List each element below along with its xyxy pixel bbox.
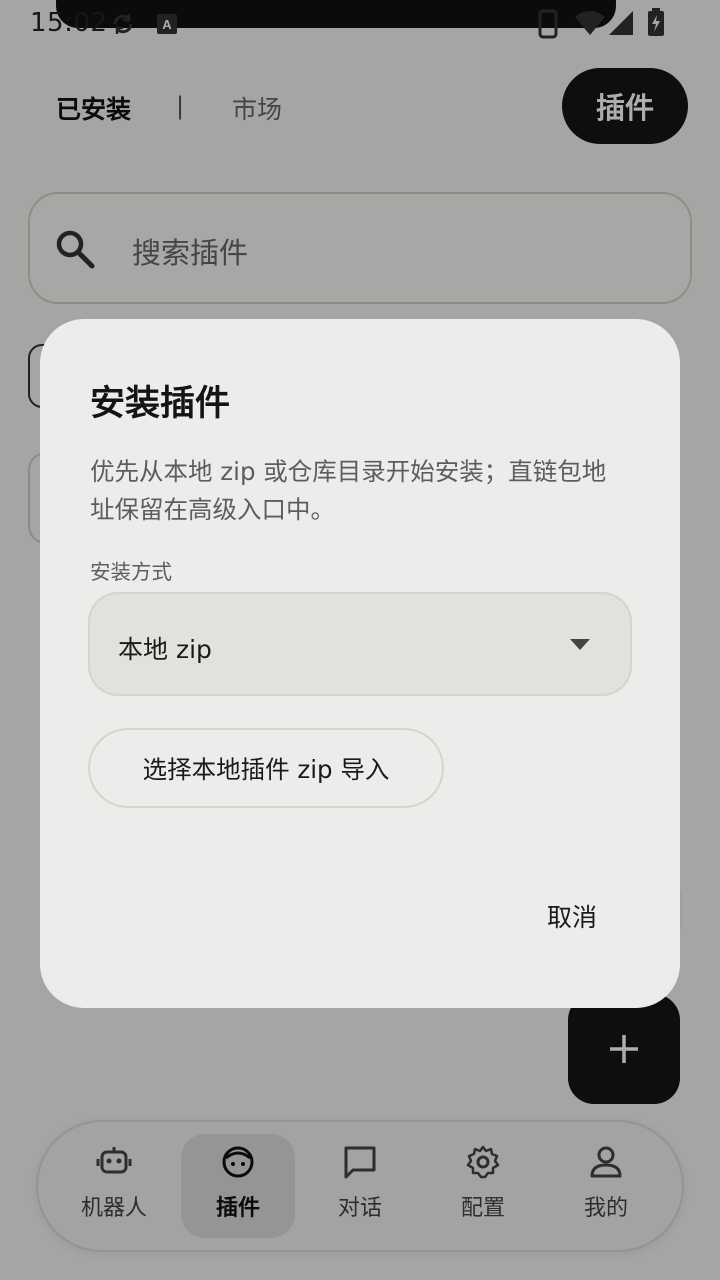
chevron-down-icon: [570, 639, 590, 650]
install-method-label: 安装方式: [90, 560, 172, 584]
install-plugin-dialog: 安装插件 优先从本地 zip 或仓库目录开始安装；直链包地址保留在高级入口中。 …: [40, 319, 680, 1008]
plugins-screen: 15:02 A 已安装 | 市场 插件 搜索插件 机器人 插件 对话 配置 我的…: [0, 0, 720, 1280]
cancel-button[interactable]: 取消: [530, 897, 614, 935]
dialog-description: 优先从本地 zip 或仓库目录开始安装；直链包地址保留在高级入口中。: [90, 457, 607, 524]
import-zip-button[interactable]: 选择本地插件 zip 导入: [88, 728, 444, 808]
dialog-title: 安装插件: [90, 384, 231, 424]
install-method-select[interactable]: 本地 zip: [88, 592, 632, 696]
install-method-value: 本地 zip: [118, 635, 212, 664]
